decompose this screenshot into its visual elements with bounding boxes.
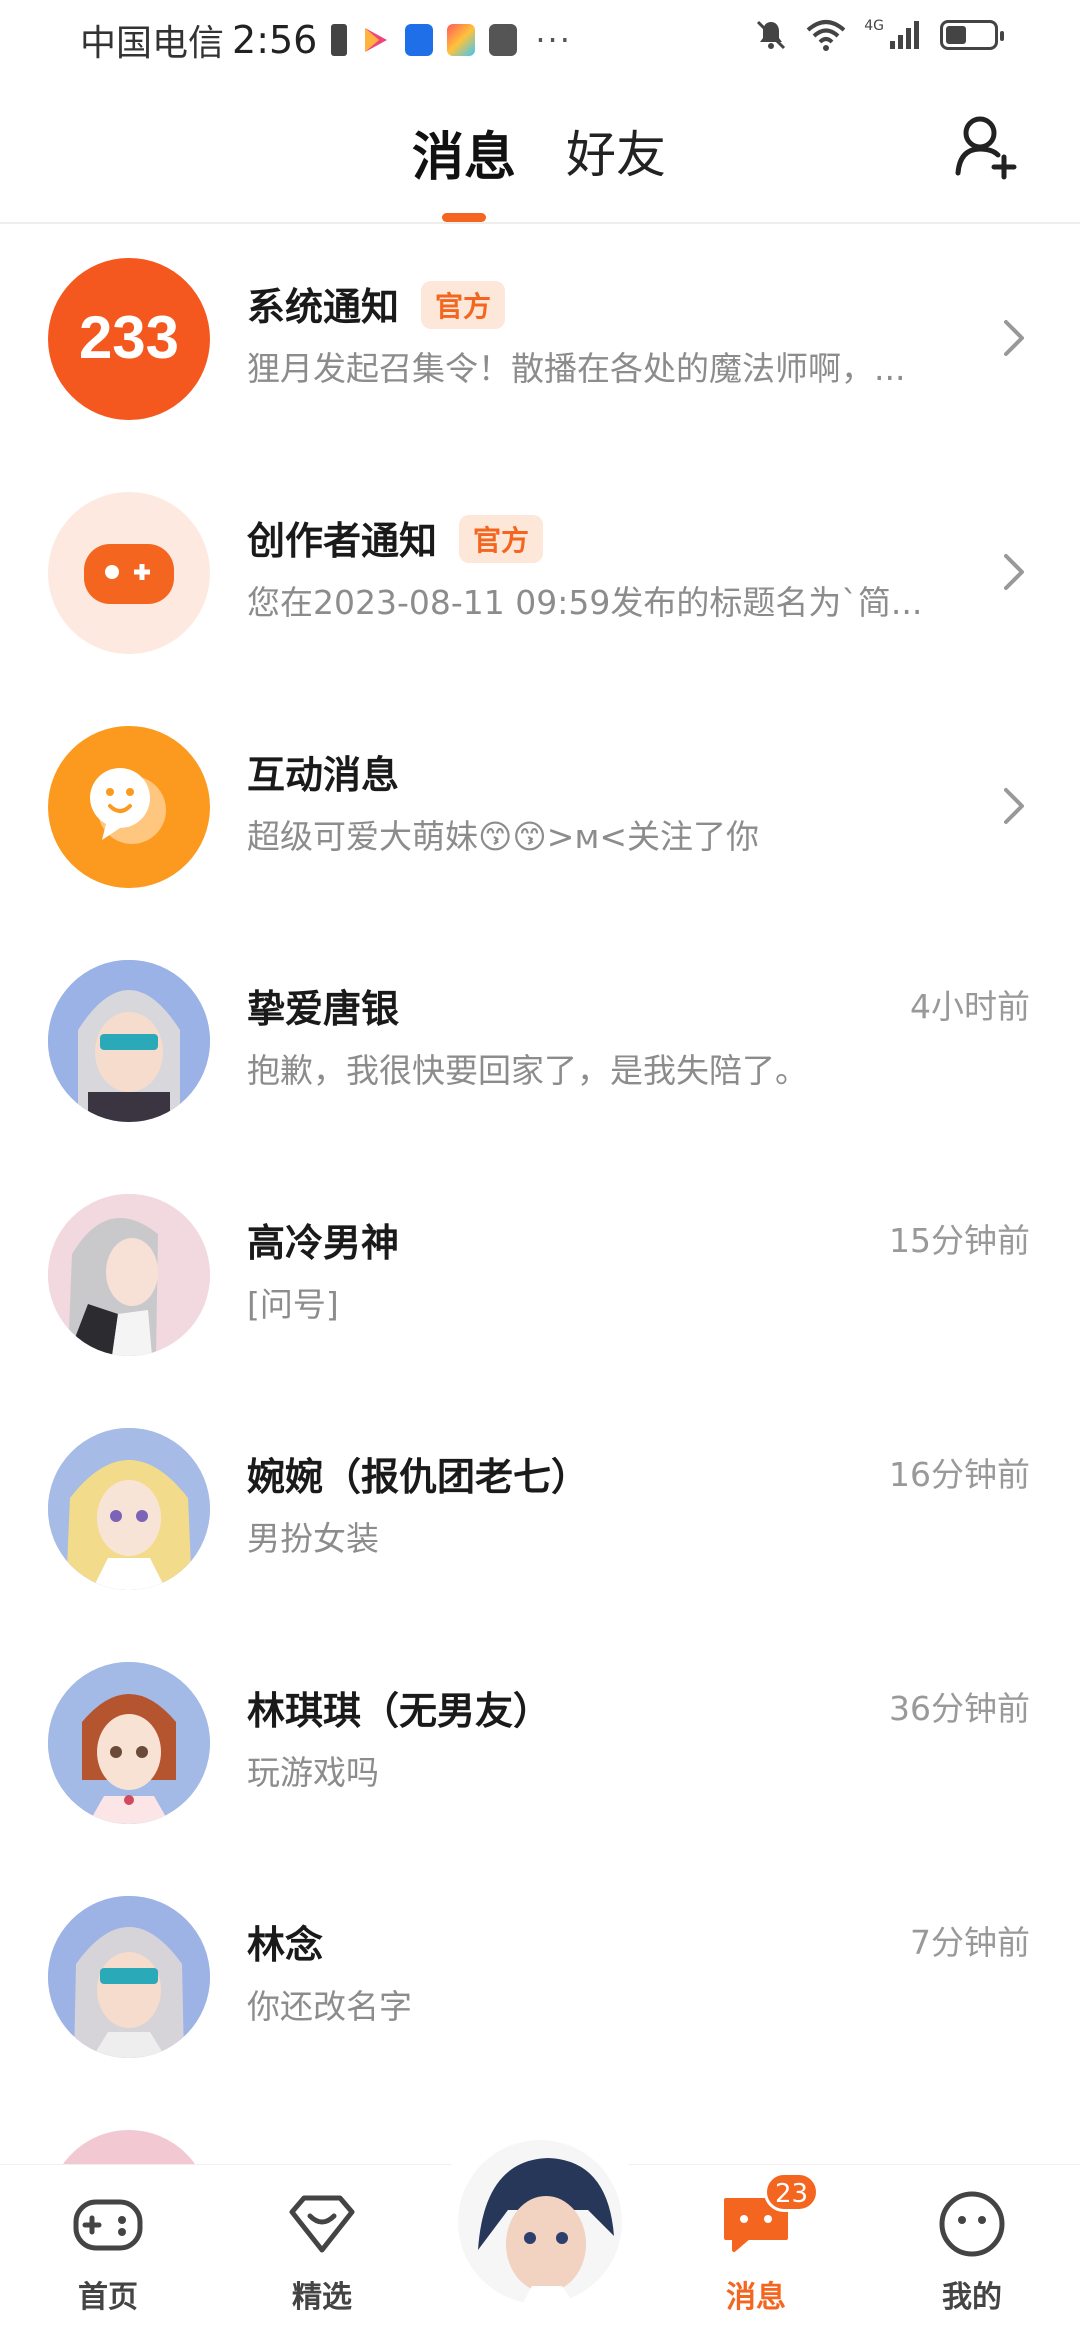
official-badge: 官方: [459, 515, 544, 563]
item-title: 高冷男神: [247, 1221, 400, 1265]
item-preview: [问号]: [247, 1285, 339, 1324]
more-notifications-icon: ···: [535, 21, 572, 59]
status-bar: 中国电信 2:56 ··· 4G: [0, 0, 1080, 75]
nav-me[interactable]: 我的: [902, 2186, 1042, 2316]
list-item-system-notice[interactable]: 233 系统通知 官方 狸月发起召集令！散播在各处的魔法师啊，...: [0, 224, 1080, 458]
list-item-chat[interactable]: 高冷男神 15分钟前 [问号]: [0, 1160, 1080, 1394]
user-avatar: [48, 1662, 210, 1824]
huawei-app-icon: [489, 24, 518, 56]
video-app-icon: [365, 28, 388, 52]
item-title: 挚爱唐银: [247, 987, 400, 1031]
colorful-app-icon: [447, 24, 476, 56]
item-preview: 抱歉，我很快要回家了，是我失陪了。: [247, 1051, 808, 1090]
top-header: 消息 好友: [0, 95, 1080, 223]
signal-icon: [890, 21, 919, 49]
list-item-chat[interactable]: 婉婉（报仇团老七） 16分钟前 男扮女装: [0, 1394, 1080, 1628]
tab-messages[interactable]: 消息: [412, 115, 516, 190]
item-time: 36分钟前: [889, 1689, 1030, 1728]
alert-icon: [331, 24, 348, 56]
add-friend-icon[interactable]: [952, 113, 1020, 181]
nav-home[interactable]: 首页: [38, 2186, 178, 2316]
tab-friends[interactable]: 好友: [566, 115, 666, 187]
item-title: 林念: [247, 1923, 324, 1967]
gamepad-icon: [48, 492, 210, 654]
item-time: 16分钟前: [889, 1455, 1030, 1494]
item-preview: 玩游戏吗: [247, 1753, 379, 1792]
face-icon: [939, 2191, 1005, 2257]
active-tab-indicator: [442, 213, 486, 222]
user-avatar: [48, 1428, 210, 1590]
user-avatar: [48, 2130, 210, 2164]
clock: 2:56: [232, 18, 318, 62]
nav-label: 精选: [292, 2280, 352, 2315]
list-item-chat[interactable]: 林琪琪（无男友） 36分钟前 玩游戏吗: [0, 1628, 1080, 1862]
logo-233-icon: 233: [48, 258, 210, 420]
item-preview: 超级可爱大萌妹😙😙>ᴍ<关注了你: [247, 817, 759, 856]
item-time: 15分钟前: [889, 1221, 1030, 1260]
item-preview: 男扮女装: [247, 1519, 379, 1558]
gamepad-icon: [73, 2199, 143, 2251]
item-preview: 您在2023-08-11 09:59发布的标题名为`简...: [247, 583, 923, 622]
item-title: 林琪琪（无男友）: [247, 1689, 552, 1733]
user-avatar: [48, 1896, 210, 2058]
svg-text:233: 233: [79, 304, 179, 371]
bulb-app-icon: [405, 24, 434, 56]
battery-icon: [940, 20, 1004, 50]
network-type: 4G: [864, 18, 884, 34]
user-avatar: [48, 960, 210, 1122]
item-preview: 你还改名字: [247, 1987, 412, 2026]
official-badge: 官方: [421, 281, 506, 329]
chevron-right-icon: [1004, 788, 1024, 824]
item-title: 互动消息: [247, 753, 400, 797]
list-item-creator-notice[interactable]: 创作者通知 官方 您在2023-08-11 09:59发布的标题名为`简...: [0, 458, 1080, 692]
list-item-chat[interactable]: 挚爱唐银 4小时前 抱歉，我很快要回家了，是我失陪了。: [0, 926, 1080, 1160]
item-title: 系统通知: [247, 285, 400, 329]
nav-label: 首页: [78, 2280, 138, 2315]
chevron-right-icon: [1004, 554, 1024, 590]
wifi-icon: [806, 20, 846, 51]
list-item-interactions[interactable]: 互动消息 超级可爱大萌妹😙😙>ᴍ<关注了你: [0, 692, 1080, 926]
chat-bubble-icon: [48, 726, 210, 888]
item-time: 4小时前: [910, 987, 1030, 1026]
nav-featured[interactable]: 精选: [252, 2186, 392, 2316]
mute-bell-icon: [757, 20, 786, 50]
list-item-chat[interactable]: 林念 7分钟前 你还改名字: [0, 1862, 1080, 2096]
item-title: 婉婉（报仇团老七）: [247, 1455, 590, 1499]
item-time: 7分钟前: [910, 1923, 1030, 1962]
heart-diamond-icon: [289, 2195, 355, 2253]
center-character-avatar[interactable]: [454, 2136, 626, 2308]
chevron-right-icon: [1004, 320, 1024, 356]
nav-label: 消息: [726, 2280, 786, 2315]
item-title: 创作者通知: [247, 519, 438, 563]
user-avatar: [48, 1194, 210, 1356]
unread-count-badge: 23: [764, 2172, 820, 2212]
nav-label: 我的: [942, 2280, 1002, 2315]
carrier-label: 中国电信: [80, 23, 225, 64]
item-preview: 狸月发起召集令！散播在各处的魔法师啊，...: [247, 349, 906, 388]
